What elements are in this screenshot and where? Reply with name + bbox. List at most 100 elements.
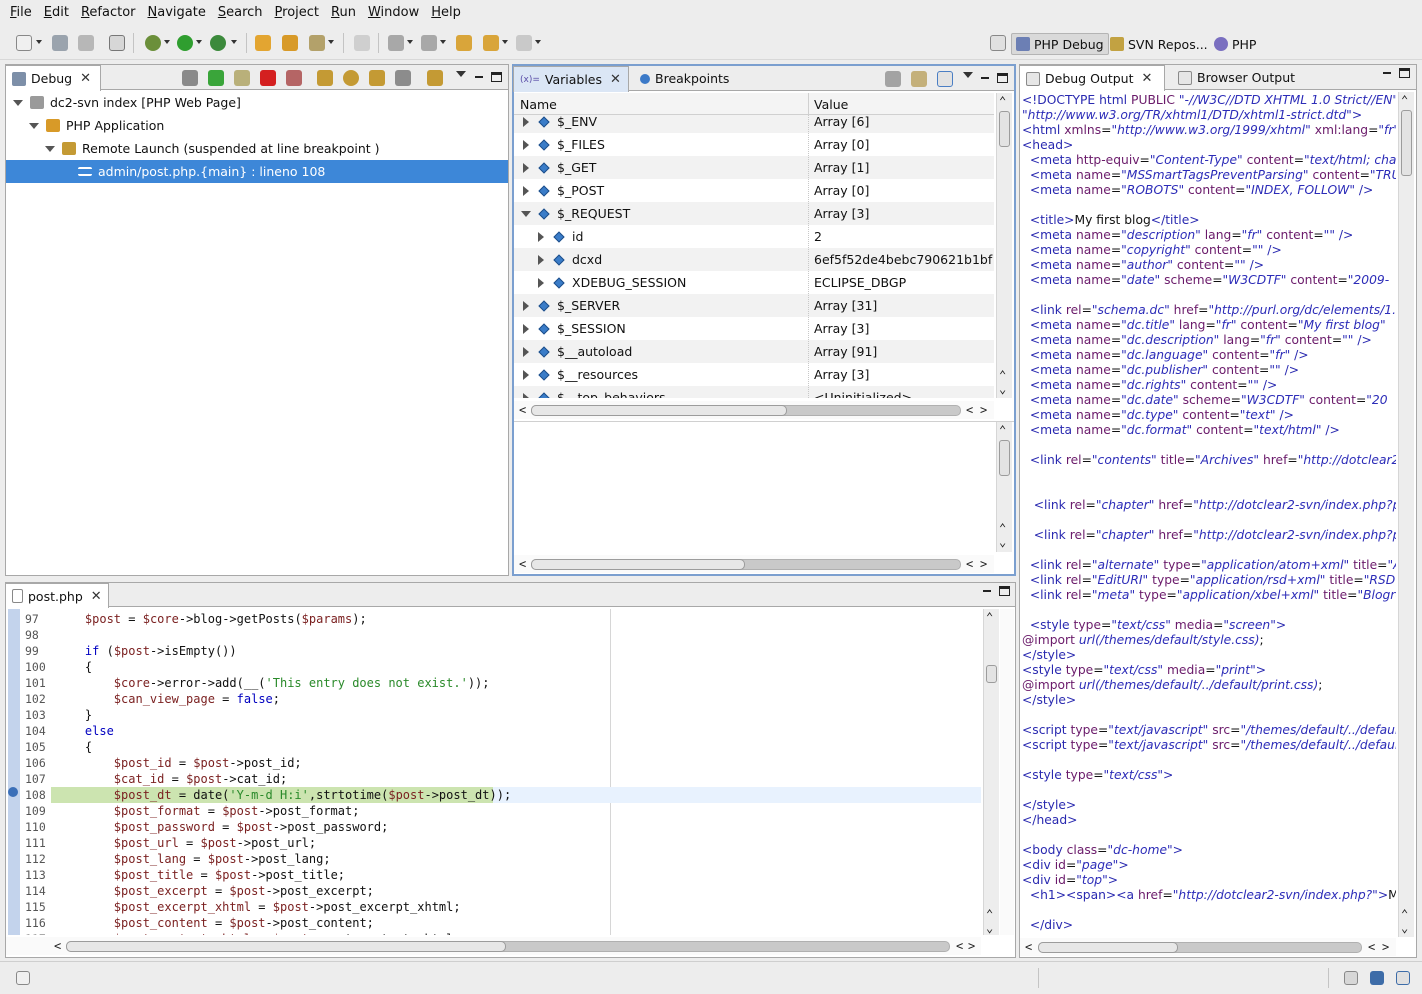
progress-icon[interactable]: [1344, 971, 1358, 985]
code-line[interactable]: 106 $post_id = $post->post_id;: [6, 755, 981, 771]
code-line[interactable]: 110 $post_password = $post->post_passwor…: [6, 819, 981, 835]
variable-row[interactable]: $_FILES Array [0]: [514, 133, 994, 156]
remove-launches-icon[interactable]: [182, 70, 198, 86]
expand-toggle-icon[interactable]: [523, 162, 529, 173]
detail-hscroll[interactable]: < < >: [514, 555, 994, 573]
code-line[interactable]: 107 $cat_id = $post->cat_id;: [6, 771, 981, 787]
fast-view-icon[interactable]: [16, 971, 30, 985]
code-editor[interactable]: 97 $post = $core->blog->getPosts($params…: [6, 609, 981, 935]
expand-toggle-icon[interactable]: [538, 231, 544, 242]
view-menu-icon[interactable]: [963, 72, 973, 78]
resume-icon[interactable]: [208, 70, 224, 86]
code-line[interactable]: 100 {: [6, 659, 981, 675]
code-line[interactable]: 101 $core->error->add(__('This entry doe…: [6, 675, 981, 691]
expand-toggle-icon[interactable]: [521, 210, 531, 217]
show-type-names-icon[interactable]: [885, 71, 901, 87]
variable-row[interactable]: $_ENV Array [6]: [514, 115, 994, 133]
debug-icon[interactable]: [145, 35, 161, 51]
expand-toggle-icon[interactable]: [538, 277, 544, 288]
binary-icon[interactable]: [109, 35, 125, 51]
code-line[interactable]: 105 {: [6, 739, 981, 755]
expand-toggle-icon[interactable]: [523, 300, 529, 311]
open-project-icon[interactable]: [282, 35, 298, 51]
next-annotation-icon[interactable]: [388, 35, 404, 51]
variable-row[interactable]: $__autoload Array [91]: [514, 340, 994, 363]
menu-window[interactable]: Window: [362, 0, 425, 25]
open-folder-icon[interactable]: [255, 35, 271, 51]
back-icon[interactable]: [483, 35, 499, 51]
code-line[interactable]: 109 $post_format = $post->post_format;: [6, 803, 981, 819]
step-return-icon[interactable]: [369, 70, 385, 86]
perspective-php-debug[interactable]: PHP Debug: [1011, 33, 1109, 55]
variable-row[interactable]: $_REQUEST Array [3]: [514, 202, 994, 225]
expand-toggle-icon[interactable]: [523, 139, 529, 150]
close-icon[interactable]: ✕: [1142, 71, 1153, 86]
terminate-icon[interactable]: [260, 70, 276, 86]
code-line[interactable]: 112 $post_lang = $post->post_lang;: [6, 851, 981, 867]
variable-row[interactable]: $__top_behaviors <Uninitialized>: [514, 386, 994, 398]
perspective-svn-repos[interactable]: SVN Repos...: [1106, 33, 1212, 55]
output-hscroll[interactable]: < < >: [1020, 938, 1396, 956]
minimize-icon[interactable]: [472, 70, 486, 84]
tab-debug[interactable]: Debug ✕: [5, 65, 101, 91]
perspective-php[interactable]: PHP: [1210, 33, 1260, 55]
expand-toggle-icon[interactable]: [538, 254, 544, 265]
variable-row[interactable]: $_SESSION Array [3]: [514, 317, 994, 340]
expand-toggle-icon[interactable]: [523, 369, 529, 380]
maximize-icon[interactable]: [997, 73, 1008, 83]
code-line[interactable]: 102 $can_view_page = false;: [6, 691, 981, 707]
run-icon[interactable]: [177, 35, 193, 51]
code-line[interactable]: 116 $post_content = $post->post_content;: [6, 915, 981, 931]
code-line[interactable]: 113 $post_title = $post->post_title;: [6, 867, 981, 883]
debug-tree-item[interactable]: Remote Launch (suspended at line breakpo…: [6, 137, 508, 160]
drop-to-frame-icon[interactable]: [395, 70, 411, 86]
variable-row[interactable]: $_POST Array [0]: [514, 179, 994, 202]
variable-row[interactable]: $_GET Array [1]: [514, 156, 994, 179]
close-icon[interactable]: ✕: [610, 72, 621, 87]
problems-icon[interactable]: [1396, 971, 1410, 985]
last-edit-icon[interactable]: [456, 35, 472, 51]
expand-toggle-icon[interactable]: [29, 122, 39, 129]
menu-search[interactable]: Search: [212, 0, 269, 25]
view-menu-icon[interactable]: [456, 71, 466, 77]
maximize-icon[interactable]: [491, 72, 502, 82]
open-perspective-icon[interactable]: [990, 35, 1006, 51]
new-icon[interactable]: [16, 35, 32, 51]
expand-toggle-icon[interactable]: [523, 346, 529, 357]
menu-help[interactable]: Help: [425, 0, 467, 25]
minimize-icon[interactable]: [1380, 66, 1394, 80]
use-step-filters-icon[interactable]: [427, 70, 443, 86]
column-name-header[interactable]: Name: [520, 97, 557, 112]
tab-variables[interactable]: (x)= Variables ✕: [513, 66, 629, 92]
collapse-all-icon[interactable]: [937, 71, 953, 87]
external-tools-icon[interactable]: [210, 35, 226, 51]
menu-project[interactable]: Project: [269, 0, 326, 25]
menu-file[interactable]: File: [4, 0, 38, 25]
debug-output-text[interactable]: <!DOCTYPE html PUBLIC "-//W3C//DTD XHTML…: [1020, 93, 1396, 933]
debug-tree-item[interactable]: PHP Application: [6, 114, 508, 137]
expand-toggle-icon[interactable]: [523, 392, 529, 398]
code-line[interactable]: 97 $post = $core->blog->getPosts($params…: [6, 611, 981, 627]
forward-icon[interactable]: [516, 35, 532, 51]
suspend-icon[interactable]: [234, 70, 250, 86]
menu-edit[interactable]: Edit: [38, 0, 75, 25]
maximize-icon[interactable]: [999, 586, 1010, 596]
debug-tree-item[interactable]: dc2-svn index [PHP Web Page]: [6, 91, 508, 114]
tab-browser-output[interactable]: Browser Output: [1172, 65, 1301, 90]
expand-toggle-icon[interactable]: [45, 145, 55, 152]
code-line[interactable]: 98: [6, 627, 981, 643]
pen-icon[interactable]: [354, 35, 370, 51]
menu-navigate[interactable]: Navigate: [142, 0, 212, 25]
code-line[interactable]: 115 $post_excerpt_xhtml = $post->post_ex…: [6, 899, 981, 915]
task-list-icon[interactable]: [1370, 971, 1384, 985]
overview-ruler[interactable]: [1000, 609, 1014, 935]
variable-row[interactable]: $__resources Array [3]: [514, 363, 994, 386]
code-line[interactable]: 103 }: [6, 707, 981, 723]
detail-vscroll[interactable]: ⌃ ⌃ ⌄: [996, 422, 1012, 552]
menu-refactor[interactable]: Refactor: [75, 0, 142, 25]
output-vscroll[interactable]: ⌃ ⌃ ⌄: [1398, 92, 1414, 937]
variables-vscroll[interactable]: ⌃ ⌃ ⌄: [996, 93, 1012, 398]
minimize-icon[interactable]: [978, 71, 992, 85]
variables-hscroll[interactable]: < < >: [514, 401, 994, 419]
close-icon[interactable]: ✕: [80, 71, 91, 86]
